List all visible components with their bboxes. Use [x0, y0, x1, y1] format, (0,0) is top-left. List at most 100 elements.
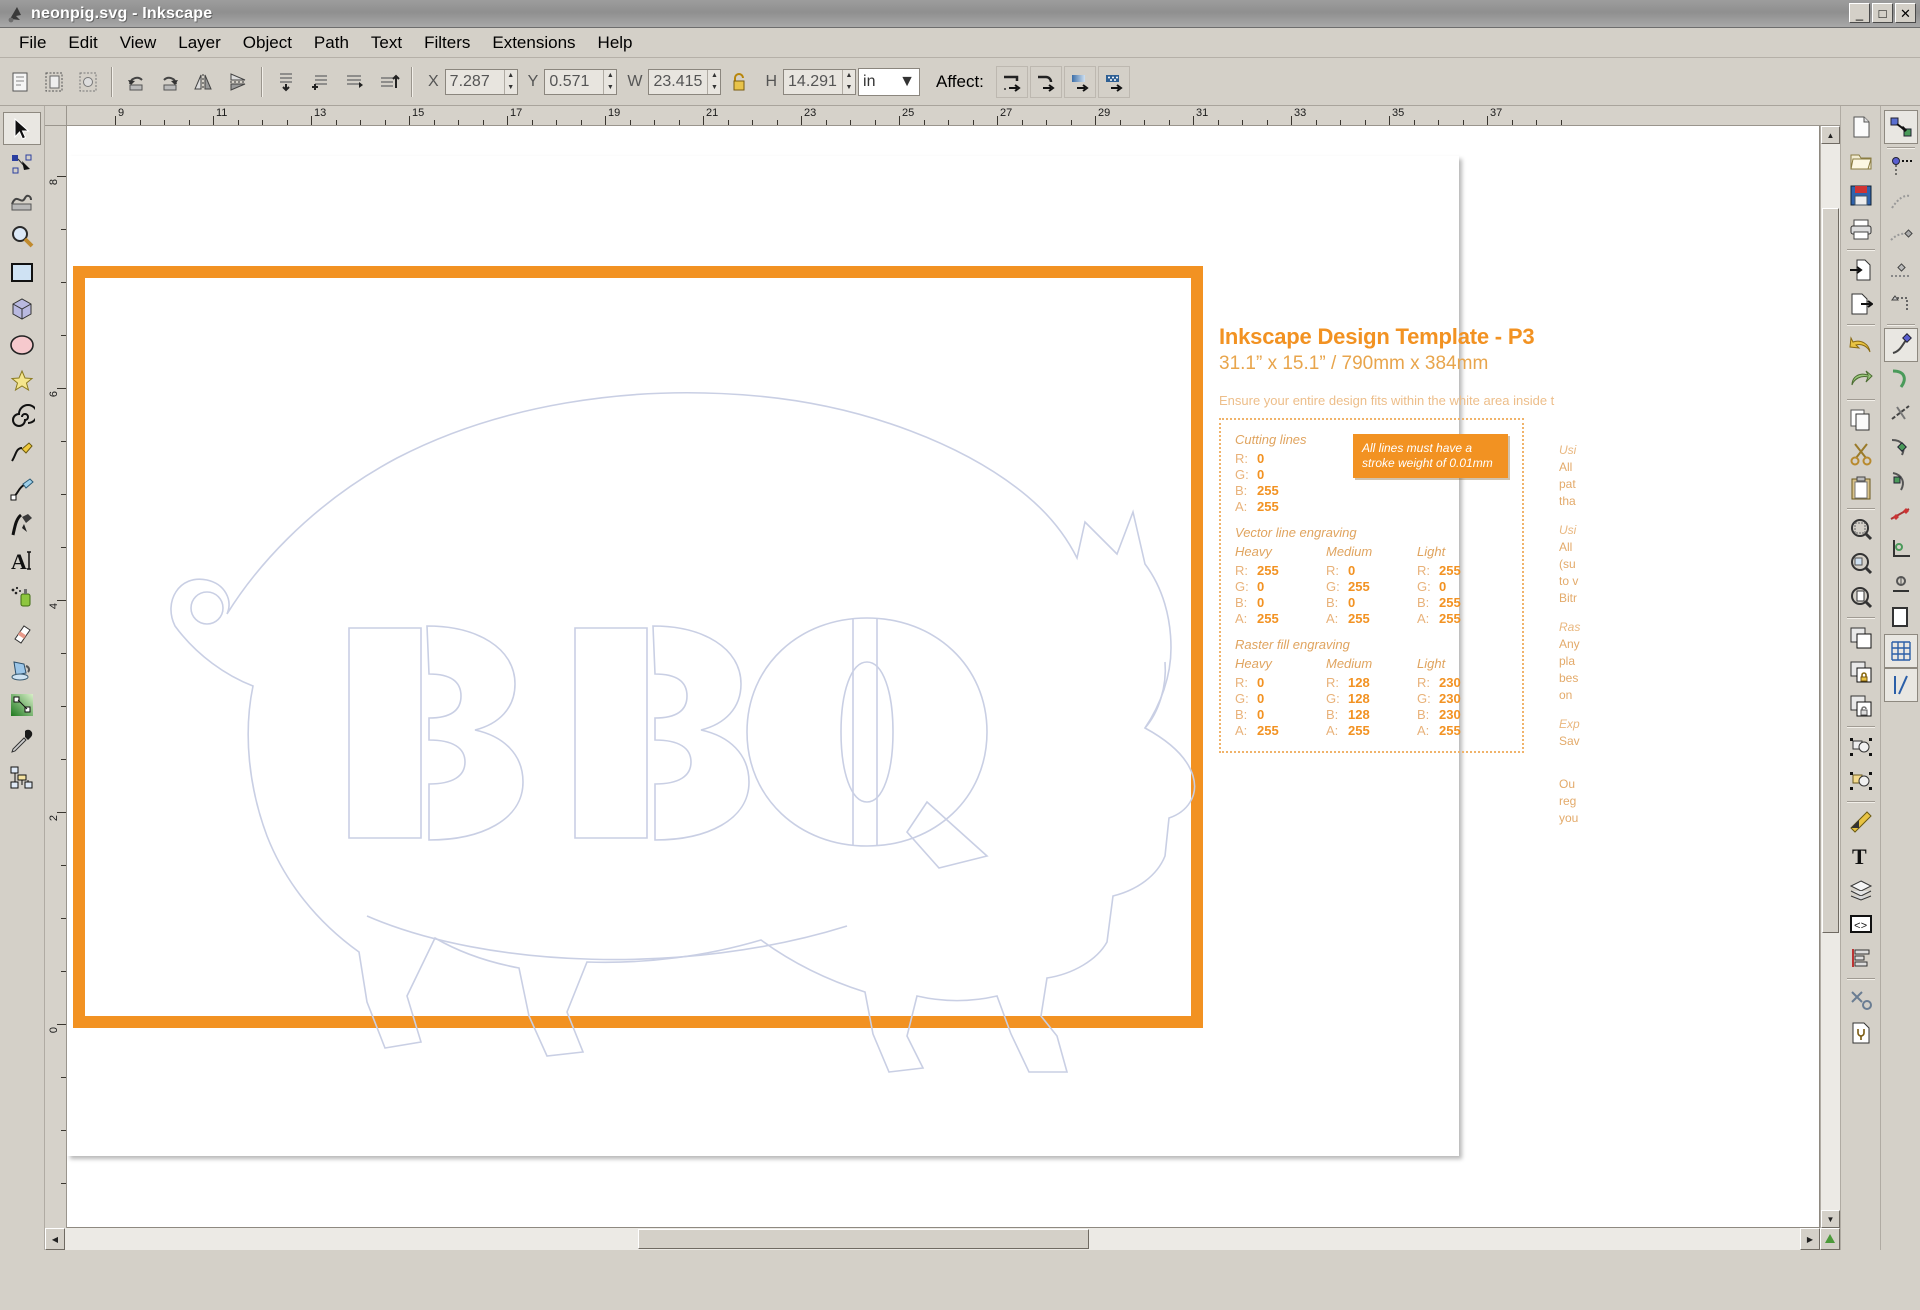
unit-selector[interactable]: in ▼ — [858, 68, 920, 96]
snap-enable-button[interactable] — [1884, 110, 1918, 144]
box3d-tool[interactable] — [3, 292, 41, 325]
snap-bbox-center-button[interactable] — [1884, 287, 1918, 321]
deselect-icon[interactable] — [72, 66, 104, 98]
gradient-tool[interactable] — [3, 688, 41, 721]
copy-button[interactable] — [1844, 403, 1878, 437]
cut-button[interactable] — [1844, 437, 1878, 471]
unlink-clone-button[interactable] — [1844, 689, 1878, 723]
preferences-button[interactable] — [1844, 982, 1878, 1016]
y-coordinate-input[interactable] — [545, 70, 603, 94]
bucket-tool[interactable] — [3, 652, 41, 685]
document-properties-button[interactable] — [1844, 1016, 1878, 1050]
tweak-tool[interactable] — [3, 184, 41, 217]
scroll-left-button[interactable]: ◀ — [45, 1228, 65, 1250]
snap-cusp-node-button[interactable] — [1884, 430, 1918, 464]
zoom-indicator-icon[interactable] — [1820, 1228, 1840, 1250]
zoom-page-button[interactable] — [1844, 580, 1878, 614]
snap-line-midpoint-button[interactable] — [1884, 498, 1918, 532]
import-button[interactable] — [1844, 253, 1878, 287]
snap-grid-button[interactable] — [1884, 634, 1918, 668]
text-tool[interactable]: A — [3, 544, 41, 577]
star-tool[interactable] — [3, 364, 41, 397]
width-stepper[interactable]: ▲▼ — [707, 70, 720, 94]
vertical-scroll-thumb[interactable] — [1822, 208, 1839, 933]
height-input[interactable] — [784, 70, 842, 94]
width-field[interactable]: ▲▼ — [648, 69, 721, 95]
menu-edit[interactable]: Edit — [57, 30, 108, 56]
menu-object[interactable]: Object — [232, 30, 303, 56]
move-patterns-icon[interactable] — [1098, 66, 1130, 98]
horizontal-ruler[interactable]: 91113151719212325272931333537 — [67, 106, 1840, 126]
menu-filters[interactable]: Filters — [413, 30, 481, 56]
x-coordinate-input[interactable] — [446, 70, 504, 94]
selector-tool[interactable] — [3, 112, 41, 145]
zoom-tool[interactable] — [3, 220, 41, 253]
lower-one-step-icon[interactable] — [304, 66, 336, 98]
redo-button[interactable] — [1844, 362, 1878, 396]
select-all-icon[interactable] — [4, 66, 36, 98]
menu-layer[interactable]: Layer — [167, 30, 232, 56]
lock-ratio-icon[interactable] — [723, 66, 755, 98]
scale-stroke-width-icon[interactable] — [996, 66, 1028, 98]
duplicate-button[interactable] — [1844, 621, 1878, 655]
rectangle-tool[interactable] — [3, 256, 41, 289]
snap-bounding-box-button[interactable] — [1884, 151, 1918, 185]
snap-smooth-node-button[interactable] — [1884, 464, 1918, 498]
connector-tool[interactable] — [3, 760, 41, 793]
zoom-drawing-button[interactable] — [1844, 546, 1878, 580]
ellipse-tool[interactable] — [3, 328, 41, 361]
horizontal-scroll-thumb[interactable] — [638, 1229, 1089, 1249]
xml-editor-button[interactable]: <> — [1844, 907, 1878, 941]
snap-path-button[interactable] — [1884, 362, 1918, 396]
menu-file[interactable]: File — [8, 30, 57, 56]
move-gradients-icon[interactable] — [1064, 66, 1096, 98]
snap-rotation-center-button[interactable] — [1884, 566, 1918, 600]
x-coordinate-field[interactable]: ▲▼ — [445, 69, 518, 95]
scroll-right-button[interactable]: ▶ — [1800, 1228, 1820, 1250]
layers-button[interactable] — [1844, 873, 1878, 907]
clone-button[interactable] — [1844, 655, 1878, 689]
snap-object-center-button[interactable] — [1884, 532, 1918, 566]
pencil-tool[interactable] — [3, 436, 41, 469]
snap-bbox-edge-button[interactable] — [1884, 185, 1918, 219]
scroll-up-button[interactable]: ▲ — [1821, 126, 1840, 144]
rotate-90-cw-icon[interactable] — [154, 66, 186, 98]
vertical-ruler[interactable]: 86420 — [45, 126, 67, 1228]
snap-page-border-button[interactable] — [1884, 600, 1918, 634]
fill-and-stroke-button[interactable] — [1844, 805, 1878, 839]
text-and-font-button[interactable]: T — [1844, 839, 1878, 873]
calligraphy-tool[interactable] — [3, 508, 41, 541]
close-button[interactable]: ✕ — [1895, 3, 1916, 23]
horizontal-scroll-track[interactable] — [65, 1228, 1800, 1250]
snap-bbox-corner-button[interactable] — [1884, 219, 1918, 253]
maximize-button[interactable]: □ — [1872, 3, 1893, 23]
snap-guide-button[interactable] — [1884, 668, 1918, 702]
export-button[interactable] — [1844, 287, 1878, 321]
height-stepper[interactable]: ▲▼ — [842, 70, 855, 94]
x-stepper[interactable]: ▲▼ — [504, 70, 517, 94]
pen-tool[interactable] — [3, 472, 41, 505]
menu-view[interactable]: View — [109, 30, 168, 56]
snap-bbox-midpoint-button[interactable] — [1884, 253, 1918, 287]
node-tool[interactable] — [3, 148, 41, 181]
flip-vertical-icon[interactable] — [222, 66, 254, 98]
menu-extensions[interactable]: Extensions — [481, 30, 586, 56]
align-distribute-button[interactable] — [1844, 941, 1878, 975]
eraser-tool[interactable] — [3, 616, 41, 649]
minimize-button[interactable]: _ — [1849, 3, 1870, 23]
snap-path-intersection-button[interactable] — [1884, 396, 1918, 430]
y-coordinate-field[interactable]: ▲▼ — [544, 69, 617, 95]
lower-to-bottom-icon[interactable] — [270, 66, 302, 98]
width-input[interactable] — [649, 70, 707, 94]
scale-rounded-corners-icon[interactable] — [1030, 66, 1062, 98]
height-field[interactable]: ▲▼ — [783, 69, 856, 95]
new-document-button[interactable] — [1844, 110, 1878, 144]
save-document-button[interactable] — [1844, 178, 1878, 212]
raise-to-top-icon[interactable] — [372, 66, 404, 98]
scroll-down-button[interactable]: ▼ — [1821, 1210, 1840, 1228]
dropper-tool[interactable] — [3, 724, 41, 757]
horizontal-scrollbar[interactable]: ◀ ▶ — [45, 1228, 1840, 1250]
select-all-in-all-layers-icon[interactable] — [38, 66, 70, 98]
open-document-button[interactable] — [1844, 144, 1878, 178]
menu-path[interactable]: Path — [303, 30, 360, 56]
